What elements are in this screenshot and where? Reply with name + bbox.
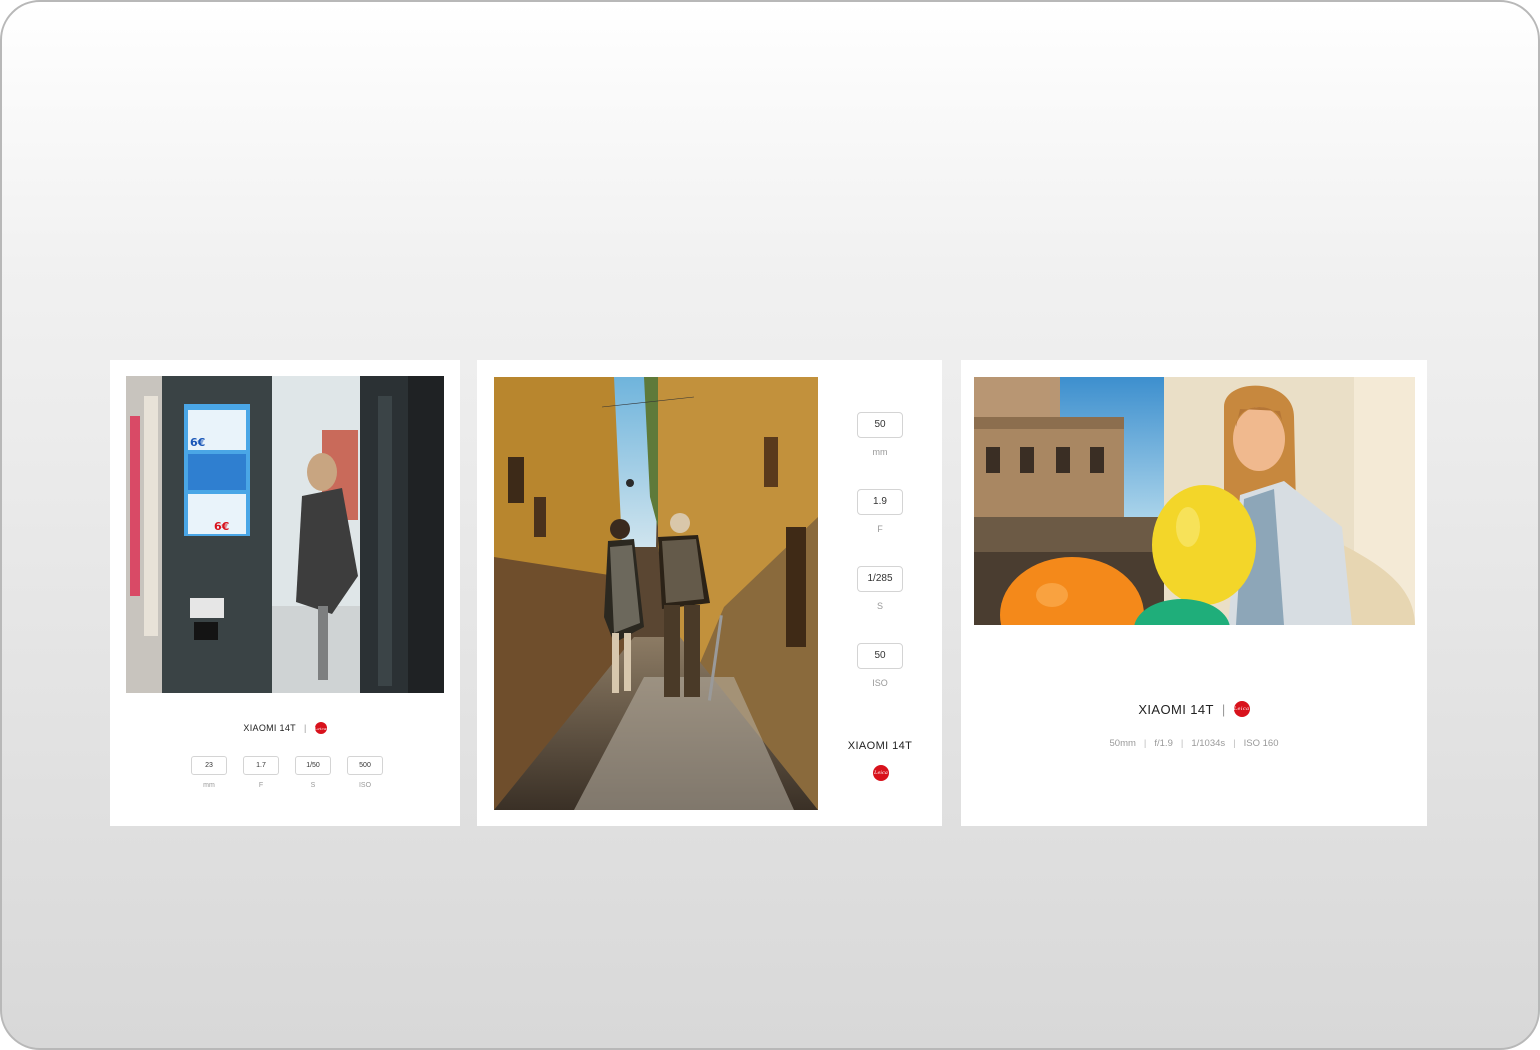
spec-separator: | (1143, 738, 1147, 749)
photo-booth-image: 6€ 6€ (126, 376, 444, 693)
showcase-frame: 6€ 6€ XIAOMI 14T | Leica 23 mm 1.7 F 1/5… (0, 0, 1540, 1050)
exif-specs-line: 50mm | f/1.9 | 1/1034s | ISO 160 (961, 738, 1427, 749)
camera-model: XIAOMI 14T (243, 723, 296, 733)
spec-shutter: 1/50 S (295, 756, 331, 789)
spec-unit: mm (872, 447, 888, 457)
leica-logo-icon: Leica (1233, 701, 1250, 717)
spec-value: 1/285 (857, 566, 903, 592)
exif-specs-vertical: 50 mm 1.9 F 1/285 S 50 ISO (857, 412, 903, 720)
spec-focal-length: 50 mm (857, 412, 903, 489)
street-photo-image (494, 377, 818, 810)
spec-value: 500 (347, 756, 383, 775)
brand-separator: | (303, 723, 307, 733)
balloon-girl-photo-image (974, 377, 1415, 625)
camera-model: XIAOMI 14T (1138, 701, 1214, 717)
spec-separator: | (1180, 738, 1184, 749)
spec-separator: | (1233, 738, 1236, 749)
spec-iso: ISO 160 (1243, 738, 1279, 749)
photo-card-booth: 6€ 6€ XIAOMI 14T | Leica 23 mm 1.7 F 1/5… (110, 360, 460, 826)
spec-focal-length: 23 mm (191, 756, 227, 789)
spec-unit: ISO (872, 678, 888, 688)
spec-value: 23 (191, 756, 227, 775)
spec-unit: S (310, 782, 316, 789)
brand-separator: | (1221, 701, 1226, 717)
spec-value: 1.9 (857, 489, 903, 515)
spec-aperture: 1.9 F (857, 489, 903, 566)
spec-focal-length: 50mm (1109, 738, 1136, 749)
leica-logo-icon: Leica (873, 765, 889, 781)
svg-text:6€: 6€ (214, 520, 229, 533)
spec-unit: ISO (358, 782, 372, 789)
spec-shutter: 1/285 S (857, 566, 903, 643)
svg-text:6€: 6€ (190, 436, 205, 449)
spec-aperture: f/1.9 (1154, 738, 1173, 749)
spec-shutter: 1/1034s (1191, 738, 1226, 749)
spec-iso: 500 ISO (347, 756, 383, 789)
camera-brand-row: XIAOMI 14T | Leica (110, 722, 460, 734)
photo-card-balloons: XIAOMI 14T | Leica 50mm | f/1.9 | 1/1034… (961, 360, 1427, 826)
photo-card-street: 50 mm 1.9 F 1/285 S 50 ISO XIAOMI 14T Le… (477, 360, 942, 826)
camera-model: XIAOMI 14T (847, 740, 913, 752)
spec-value: 1/50 (295, 756, 331, 775)
spec-value: 50 (857, 412, 903, 438)
exif-specs: 23 mm 1.7 F 1/50 S 500 ISO (191, 756, 383, 789)
spec-iso: 50 ISO (857, 643, 903, 720)
spec-unit: mm (203, 782, 215, 789)
spec-unit: F (877, 524, 883, 534)
spec-aperture: 1.7 F (243, 756, 279, 789)
spec-unit: F (258, 782, 264, 789)
spec-value: 1.7 (243, 756, 279, 775)
spec-unit: S (876, 601, 883, 611)
spec-value: 50 (857, 643, 903, 669)
camera-brand-row: XIAOMI 14T | Leica (961, 701, 1427, 717)
leica-logo-icon: Leica (314, 722, 327, 734)
